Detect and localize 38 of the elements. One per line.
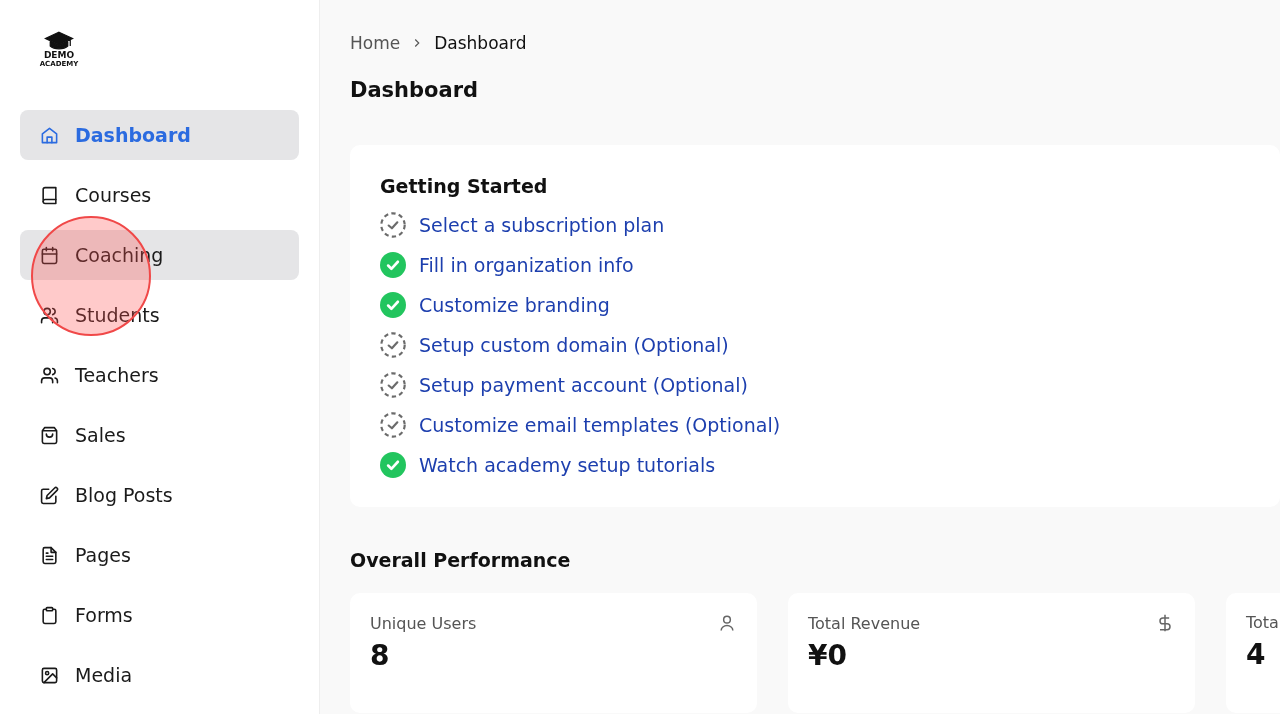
calendar-icon [40,245,59,265]
stat-label: Unique Users [370,613,477,633]
step-link[interactable]: Fill in organization info [419,254,634,276]
sidebar-item[interactable]: Blog Posts [20,470,299,520]
stat-value: 8 [370,639,391,672]
breadcrumb-link[interactable]: Dashboard [434,33,527,53]
sidebar-item[interactable]: Forms [20,590,299,640]
users-icon [40,365,59,385]
sidebar-item[interactable]: Pages [20,530,299,580]
document-icon [40,545,59,565]
section-title: Overall Performance [350,549,572,571]
sidebar-item[interactable]: Sales [20,410,299,460]
image-icon [40,665,59,685]
step-link[interactable]: Setup custom domain (Optional) [419,334,729,356]
stat-label: Total Revenue [808,613,921,633]
step-link[interactable]: Watch academy setup tutorials [419,454,716,476]
stat-label: Tota [1246,613,1279,632]
sidebar-item[interactable]: Media [20,650,299,700]
step-link[interactable]: Setup payment account (Optional) [419,374,748,396]
clipboard-icon [40,605,59,625]
page-title: Dashboard [350,78,480,102]
graduation-cap-icon [44,31,74,51]
breadcrumb-link[interactable]: Home [350,33,401,53]
stat-value: ¥0 [808,639,848,672]
sidebar-item[interactable]: Teachers [20,350,299,400]
bag-icon [40,425,59,445]
step-link[interactable]: Select a subscription plan [419,214,665,236]
stat-value: 4 [1246,638,1267,671]
sidebar-item[interactable]: Dashboard [20,110,299,160]
step-link[interactable]: Customize branding [419,294,610,316]
sidebar-item[interactable]: Courses [20,170,299,220]
card-title: Getting Started [380,175,549,197]
home-icon [40,125,59,145]
step-link[interactable]: Customize email templates (Optional) [419,414,781,436]
users-icon [40,305,59,325]
book-icon [40,185,59,205]
edit-icon [40,485,59,505]
user-icon [717,613,737,633]
